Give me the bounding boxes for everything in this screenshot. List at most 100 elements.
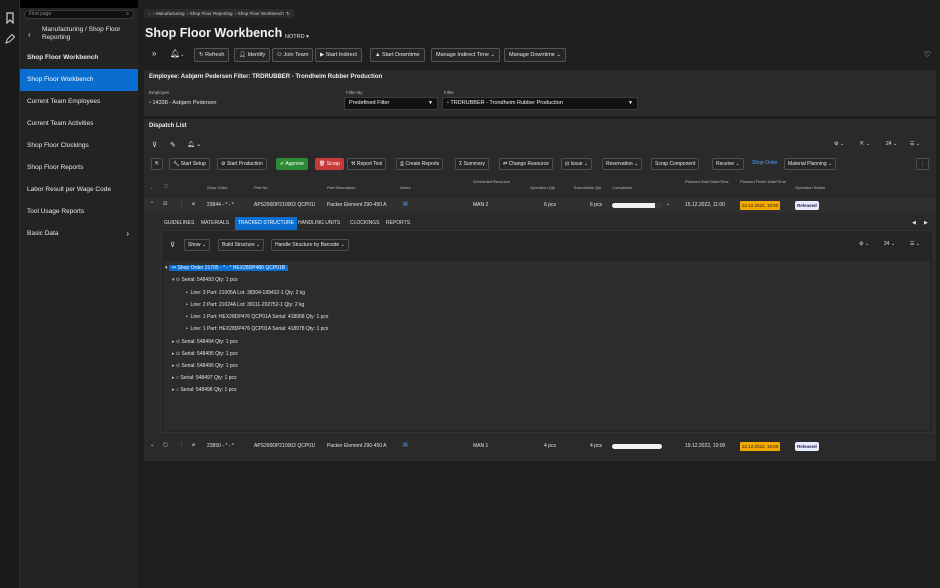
- column-menu-icon[interactable]: ☰ ⌄: [910, 241, 920, 247]
- col-part-description[interactable]: Part Description: [327, 185, 355, 190]
- start-downtime-button[interactable]: ▲ Start Downtime: [370, 48, 425, 62]
- select-all-checkbox[interactable]: ▢: [164, 183, 168, 188]
- material-planning-button[interactable]: Material Planning ⌄: [784, 158, 837, 170]
- col-executable-qty[interactable]: Executable Qty: [574, 185, 601, 190]
- tree-node-serial[interactable]: ▸ ⊙ Serial: 548496 Qty: 1 pcs: [172, 363, 238, 369]
- breadcrumb-manufacturing[interactable]: Manufacturing: [156, 11, 185, 16]
- nav-item-shop-floor-clockings[interactable]: Shop Floor Clockings: [20, 135, 138, 157]
- col-shop-order[interactable]: Shop Order: [207, 185, 228, 190]
- nav-item-current-team-employees[interactable]: Current Team Employees: [20, 91, 138, 113]
- back-icon[interactable]: ‹: [28, 30, 31, 39]
- receive-button[interactable]: Receive ⌄: [712, 158, 744, 170]
- bookmark-icon[interactable]: [4, 12, 16, 25]
- collapse-icon[interactable]: ⌃: [150, 201, 154, 207]
- tab-clockings[interactable]: CLOCKINGS: [347, 217, 382, 230]
- favorite-icon[interactable]: ♡: [924, 50, 931, 59]
- scroll-left-icon[interactable]: ◀: [912, 220, 916, 226]
- filter-icon[interactable]: ⊽: [170, 241, 175, 249]
- shop-order-link[interactable]: Shop Order: [749, 158, 781, 170]
- tab-reports[interactable]: REPORTS: [383, 217, 413, 230]
- handle-structure-barcode-button[interactable]: Handle Structure by Barcode ⌄: [271, 239, 349, 251]
- tree-node-line[interactable]: • Line: 3 Part: 21005A Lot: 38304-199432…: [186, 290, 305, 296]
- nav-item-shop-floor-reports[interactable]: Shop Floor Reports: [20, 157, 138, 179]
- expand-icon[interactable]: »: [148, 48, 160, 62]
- scroll-right-icon[interactable]: ▶: [924, 220, 928, 226]
- create-reports-button[interactable]: ⎙ Create Reports: [396, 158, 444, 170]
- home-icon[interactable]: ⌂: [148, 11, 151, 16]
- tree-node-serial[interactable]: ▸ ⊙ Serial: 548495 Qty: 1 pcs: [172, 351, 238, 357]
- scrap-component-button[interactable]: Scrap Component: [651, 158, 700, 170]
- row-menu-icon[interactable]: ⋮: [179, 201, 184, 207]
- column-menu-icon[interactable]: ☰ ⌄: [910, 141, 920, 147]
- expand-all-icon[interactable]: ⌄: [150, 185, 153, 190]
- more-options-icon[interactable]: ⋮: [916, 158, 929, 170]
- notes-icon[interactable]: ▤: [403, 442, 408, 448]
- tree-node-line[interactable]: • Line: 1 Part: HEX28DP476 QCP01A Serial…: [186, 326, 328, 332]
- row-checkbox[interactable]: ▢: [163, 442, 168, 448]
- search-icon[interactable]: ⌕: [126, 11, 129, 18]
- company-selector[interactable]: NOTRD ▾: [285, 34, 309, 40]
- start-setup-button[interactable]: 🔧︎ Start Setup: [169, 158, 210, 170]
- col-operation-qty[interactable]: Operation Qty: [530, 185, 555, 190]
- col-operation-status[interactable]: Operation Status: [795, 185, 825, 190]
- col-planned-finish[interactable]: Planned Finish Date/Time: [740, 179, 786, 184]
- breadcrumb-shop-floor-reporting[interactable]: Shop Floor Reporting: [190, 11, 233, 16]
- nav-header[interactable]: ‹ Manufacturing / Shop Floor Reporting: [20, 24, 138, 48]
- tab-materials[interactable]: MATERIALS: [198, 217, 232, 230]
- edit-icon[interactable]: ✎: [170, 141, 176, 149]
- manage-indirect-time-button[interactable]: Manage Indirect Time ⌄: [431, 48, 501, 62]
- report-tool-button[interactable]: ⚒ Report Tool: [347, 158, 387, 170]
- chevron-down-icon[interactable]: ⌄: [666, 201, 670, 207]
- scrap-button[interactable]: 🗑︎ Scrap: [315, 158, 344, 170]
- tree-node-serial[interactable]: ▾ ⊙ Serial: 548493 Qty: 1 pcs: [172, 277, 238, 283]
- col-completion[interactable]: Completion: [612, 185, 632, 190]
- nav-item-current-team-activities[interactable]: Current Team Activities: [20, 113, 138, 135]
- employee-value[interactable]: ▪ 14338 - Asbjørn Pedersen: [149, 100, 216, 106]
- expand-icon[interactable]: ▸: [172, 351, 175, 357]
- tree-node-line[interactable]: • Line: 2 Part: 21024A Lot: 39111-202752…: [186, 302, 304, 308]
- tab-tracked-structure[interactable]: TRACKED STRUCTURE: [235, 217, 298, 230]
- tab-handling-units[interactable]: HANDLING UNITS: [295, 217, 343, 230]
- expand-icon[interactable]: ▸: [172, 387, 175, 393]
- col-notes[interactable]: Notes: [400, 185, 410, 190]
- identify-button[interactable]: 👤︎ Identify: [234, 48, 271, 62]
- table-row[interactable]: ⌄ ▢ ⋮ ⌀ 23850 - * - * APS290DP210002 QCP…: [144, 439, 936, 454]
- collapse-icon[interactable]: ▾: [172, 277, 175, 283]
- attachment-icon[interactable]: ⌀: [192, 442, 195, 448]
- nav-item-shop-floor-workbench-group[interactable]: Shop Floor Workbench: [20, 47, 138, 69]
- notes-icon[interactable]: ▤: [403, 201, 408, 207]
- settings-icon[interactable]: ⚙ ⌄: [859, 241, 869, 247]
- nav-item-tool-usage-reports[interactable]: Tool Usage Reports: [20, 201, 138, 223]
- row-menu-icon[interactable]: ⋮: [179, 442, 184, 448]
- expand-icon[interactable]: ▸: [172, 339, 175, 345]
- reservation-button[interactable]: Reservation ⌄: [602, 158, 643, 170]
- col-scheduled-resource[interactable]: Scheduled Resource: [473, 179, 513, 184]
- edit-icon[interactable]: [4, 33, 16, 46]
- notification-icon[interactable]: 🔔︎ ⌄: [187, 141, 201, 148]
- filter-select[interactable]: ▪ TRDRUBBER - Trondheim Rubber Productio…: [442, 97, 638, 110]
- page-size-select[interactable]: 24 ⌄: [886, 141, 897, 147]
- nav-search-input[interactable]: Find page ⌕: [24, 10, 134, 19]
- expand-icon[interactable]: ⌄: [150, 442, 154, 448]
- refresh-icon[interactable]: ↻: [286, 11, 290, 16]
- nav-item-labor-result[interactable]: Labor Result per Wage Code: [20, 179, 138, 201]
- tree-node-serial[interactable]: ▸ ⊙ Serial: 548494 Qty: 1 pcs: [172, 339, 238, 345]
- settings-icon[interactable]: ⚙ ⌄: [834, 141, 844, 147]
- row-checkbox[interactable]: ☑: [163, 201, 167, 207]
- summary-button[interactable]: Σ Summary: [455, 158, 489, 170]
- build-structure-button[interactable]: Build Structure ⌄: [218, 239, 265, 251]
- manage-downtime-button[interactable]: Manage Downtime ⌄: [504, 48, 566, 62]
- expand-icon[interactable]: ▸: [172, 363, 175, 369]
- tree-node-line[interactable]: • Line: 1 Part: HEX28DP476 QCP01A Serial…: [186, 314, 328, 320]
- approve-button[interactable]: ✔ Approve: [276, 158, 308, 170]
- export-icon[interactable]: ⇱ ⌄: [860, 141, 870, 147]
- nav-item-shop-floor-workbench[interactable]: Shop Floor Workbench: [20, 69, 138, 91]
- tree-node-serial[interactable]: ▸ ○ Serial: 548497 Qty: 1 pcs: [172, 375, 236, 381]
- col-planned-start[interactable]: Planned Start Date/Time: [685, 179, 731, 184]
- refresh-button[interactable]: ↻ Refresh: [194, 48, 230, 62]
- col-part-no[interactable]: Part No: [254, 185, 268, 190]
- filter-by-select[interactable]: Predefined Filter ▼: [344, 97, 438, 110]
- page-size-select[interactable]: 24 ⌄: [884, 241, 895, 247]
- tree-node-serial[interactable]: ▸ ○ Serial: 548498 Qty: 1 pcs: [172, 387, 236, 393]
- join-team-button[interactable]: ⚇ Join Team: [272, 48, 314, 62]
